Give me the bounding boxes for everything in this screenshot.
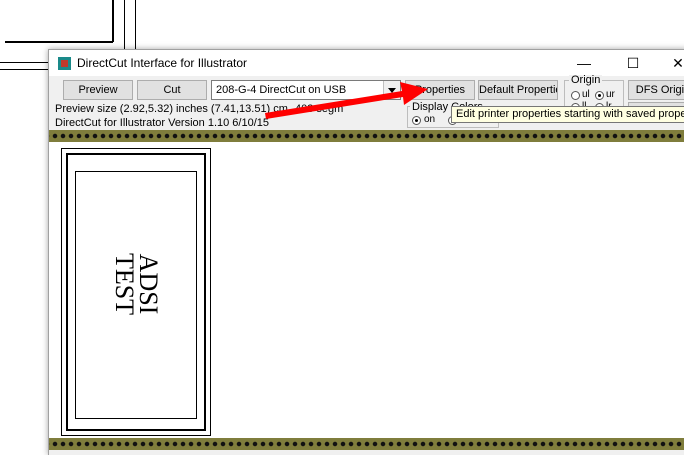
origin-ul-radio[interactable] (571, 91, 580, 100)
background-line (0, 69, 48, 70)
version-text: DirectCut for Illustrator Version 1.10 6… (55, 117, 269, 129)
printer-select-value: 208-G-4 DirectCut on USB (216, 84, 347, 96)
maximize-button[interactable]: ☐ (610, 50, 656, 76)
title-bar: DirectCut Interface for Illustrator — ☐ … (49, 50, 684, 76)
minimize-button[interactable]: — (561, 50, 607, 76)
background-line (135, 0, 136, 49)
properties-button[interactable]: Properties (405, 80, 475, 100)
artwork-text: ADSI TEST (77, 252, 195, 316)
background-line (5, 41, 113, 43)
preview-button[interactable]: Preview (63, 80, 133, 100)
properties-tooltip: Edit printer properties starting with sa… (451, 106, 684, 123)
preview-size-text: Preview size (2.92,5.32) inches (7.41,13… (55, 103, 288, 115)
origin-ur-radio[interactable] (595, 91, 604, 100)
app-icon (58, 57, 71, 70)
default-properties-button[interactable]: Default Properties (478, 80, 558, 100)
cut-button[interactable]: Cut (137, 80, 207, 100)
artwork-line-2: TEST (109, 252, 139, 316)
bottom-drive-strip (49, 438, 684, 450)
display-colors-on-label: on (424, 114, 436, 125)
origin-ur-label: ur (606, 89, 615, 100)
segment-count-text: 403 segm (295, 103, 344, 115)
dfs-origin-button[interactable]: DFS Origin (628, 80, 684, 100)
display-colors-on-radio[interactable] (412, 116, 421, 125)
background-line (0, 62, 48, 63)
chevron-down-icon[interactable] (383, 81, 400, 99)
window-title: DirectCut Interface for Illustrator (77, 56, 248, 70)
top-drive-strip (49, 130, 684, 142)
background-line (112, 0, 114, 42)
origin-label: Origin (569, 74, 603, 86)
preview-canvas: ADSI TEST (49, 142, 684, 438)
origin-ul-label: ul (582, 89, 590, 100)
close-button[interactable]: ✕ (655, 50, 684, 76)
background-line (124, 0, 125, 49)
printer-select[interactable]: 208-G-4 DirectCut on USB (211, 80, 401, 100)
artwork-line-1: ADSI (133, 253, 163, 315)
